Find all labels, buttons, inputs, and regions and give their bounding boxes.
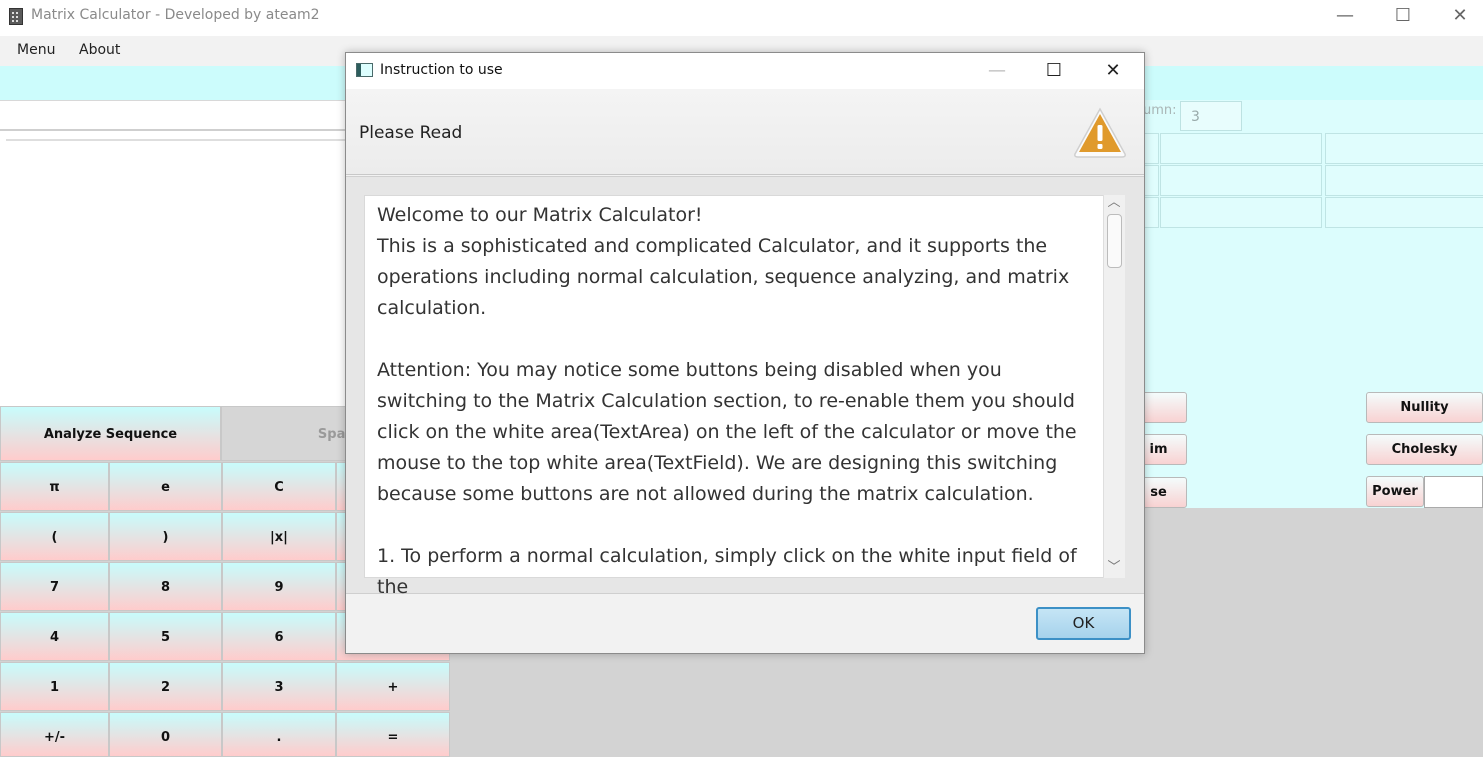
key-8[interactable]: 8 (109, 562, 222, 611)
expression-input-field[interactable] (0, 100, 346, 131)
scroll-down-icon[interactable]: ﹀ (1103, 559, 1125, 577)
key-9[interactable]: 9 (222, 562, 336, 611)
key-clear[interactable]: C (222, 462, 336, 511)
window-maximize-button[interactable]: ☐ (1380, 0, 1426, 34)
key-abs[interactable]: |x| (222, 512, 336, 561)
key-4[interactable]: 4 (0, 612, 109, 661)
power-input[interactable] (1424, 476, 1483, 508)
key-open-paren[interactable]: ( (0, 512, 109, 561)
dialog-minimize-button[interactable]: — (974, 53, 1020, 89)
column-label: umn: (1143, 103, 1177, 118)
key-negate[interactable]: +/- (0, 712, 109, 757)
scroll-up-icon[interactable]: ︿ (1103, 194, 1125, 212)
cholesky-button[interactable]: Cholesky (1366, 434, 1483, 465)
power-button[interactable]: Power (1366, 476, 1424, 507)
key-5[interactable]: 5 (109, 612, 222, 661)
key-close-paren[interactable]: ) (109, 512, 222, 561)
matrix-cell[interactable] (1325, 133, 1483, 164)
dialog-header-text: Please Read (359, 123, 463, 143)
matrix-cell[interactable] (1143, 197, 1159, 228)
matrix-cell[interactable] (1325, 197, 1483, 228)
matrix-cell[interactable] (1160, 133, 1322, 164)
key-6[interactable]: 6 (222, 612, 336, 661)
matrix-cell[interactable] (1143, 133, 1159, 164)
key-plus[interactable]: + (336, 662, 450, 711)
analyze-sequence-button[interactable]: Analyze Sequence (0, 406, 221, 461)
key-pi[interactable]: π (0, 462, 109, 511)
history-text-area[interactable] (0, 134, 346, 406)
dialog-close-button[interactable]: ✕ (1090, 53, 1136, 89)
window-close-button[interactable]: ✕ (1437, 0, 1483, 34)
key-equals[interactable]: = (336, 712, 450, 757)
window-minimize-button[interactable]: — (1322, 0, 1368, 34)
dialog-header (346, 89, 1144, 175)
menu-about[interactable]: About (79, 42, 120, 58)
matrix-cell[interactable] (1143, 165, 1159, 196)
key-3[interactable]: 3 (222, 662, 336, 711)
matrix-cell[interactable] (1325, 165, 1483, 196)
key-7[interactable]: 7 (0, 562, 109, 611)
divider (6, 139, 346, 141)
key-e[interactable]: e (109, 462, 222, 511)
matrix-cell[interactable] (1160, 165, 1322, 196)
scrollbar-thumb[interactable] (1107, 214, 1122, 268)
key-1[interactable]: 1 (0, 662, 109, 711)
calculator-app-icon (9, 8, 23, 25)
warning-triangle-icon (1072, 106, 1128, 160)
key-0[interactable]: 0 (109, 712, 222, 757)
matrix-cell[interactable] (1160, 197, 1322, 228)
dialog-maximize-button[interactable]: ☐ (1031, 53, 1077, 89)
nullity-button[interactable]: Nullity (1366, 392, 1483, 423)
instructions-text: Welcome to our Matrix Calculator! This i… (377, 204, 1077, 598)
key-decimal[interactable]: . (222, 712, 336, 757)
column-count-input[interactable]: 3 (1180, 101, 1242, 131)
ok-button[interactable]: OK (1036, 607, 1131, 640)
menu-menu[interactable]: Menu (17, 42, 55, 58)
dialog-title: Instruction to use (380, 62, 503, 78)
key-2[interactable]: 2 (109, 662, 222, 711)
app-title: Matrix Calculator - Developed by ateam2 (31, 7, 320, 23)
dialog-window-icon (356, 63, 373, 77)
